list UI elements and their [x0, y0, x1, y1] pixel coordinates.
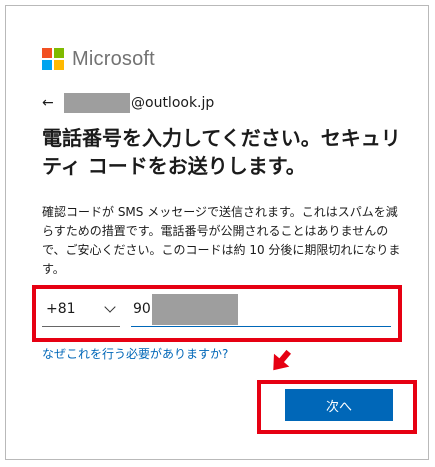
account-identity: ← @outlook.jp	[42, 92, 214, 114]
phone-entry-row: +81 90	[42, 292, 392, 328]
redacted-phone-number	[151, 293, 238, 325]
phone-number-input[interactable]: 90	[131, 292, 391, 327]
why-link[interactable]: なぜこれを行う必要がありますか?	[42, 345, 228, 362]
country-code-value: +81	[46, 301, 76, 317]
phone-number-value: 90	[133, 301, 151, 317]
redacted-email-username	[64, 93, 130, 113]
microsoft-logo-icon	[42, 48, 64, 70]
annotation-arrow-icon	[273, 349, 292, 371]
next-button[interactable]: 次へ	[285, 389, 393, 421]
back-arrow-icon[interactable]: ←	[42, 95, 60, 111]
description-text: 確認コードが SMS メッセージで送信されます。これはスパムを減らすための措置で…	[42, 205, 401, 276]
logo-text: Microsoft	[72, 47, 155, 70]
country-code-select[interactable]: +81	[42, 292, 120, 327]
email-domain: @outlook.jp	[131, 95, 215, 111]
page-title: 電話番号を入力してください。セキュリティ コードをお送りします。	[42, 126, 401, 178]
chevron-down-icon	[104, 300, 116, 313]
microsoft-logo: Microsoft	[42, 47, 155, 71]
